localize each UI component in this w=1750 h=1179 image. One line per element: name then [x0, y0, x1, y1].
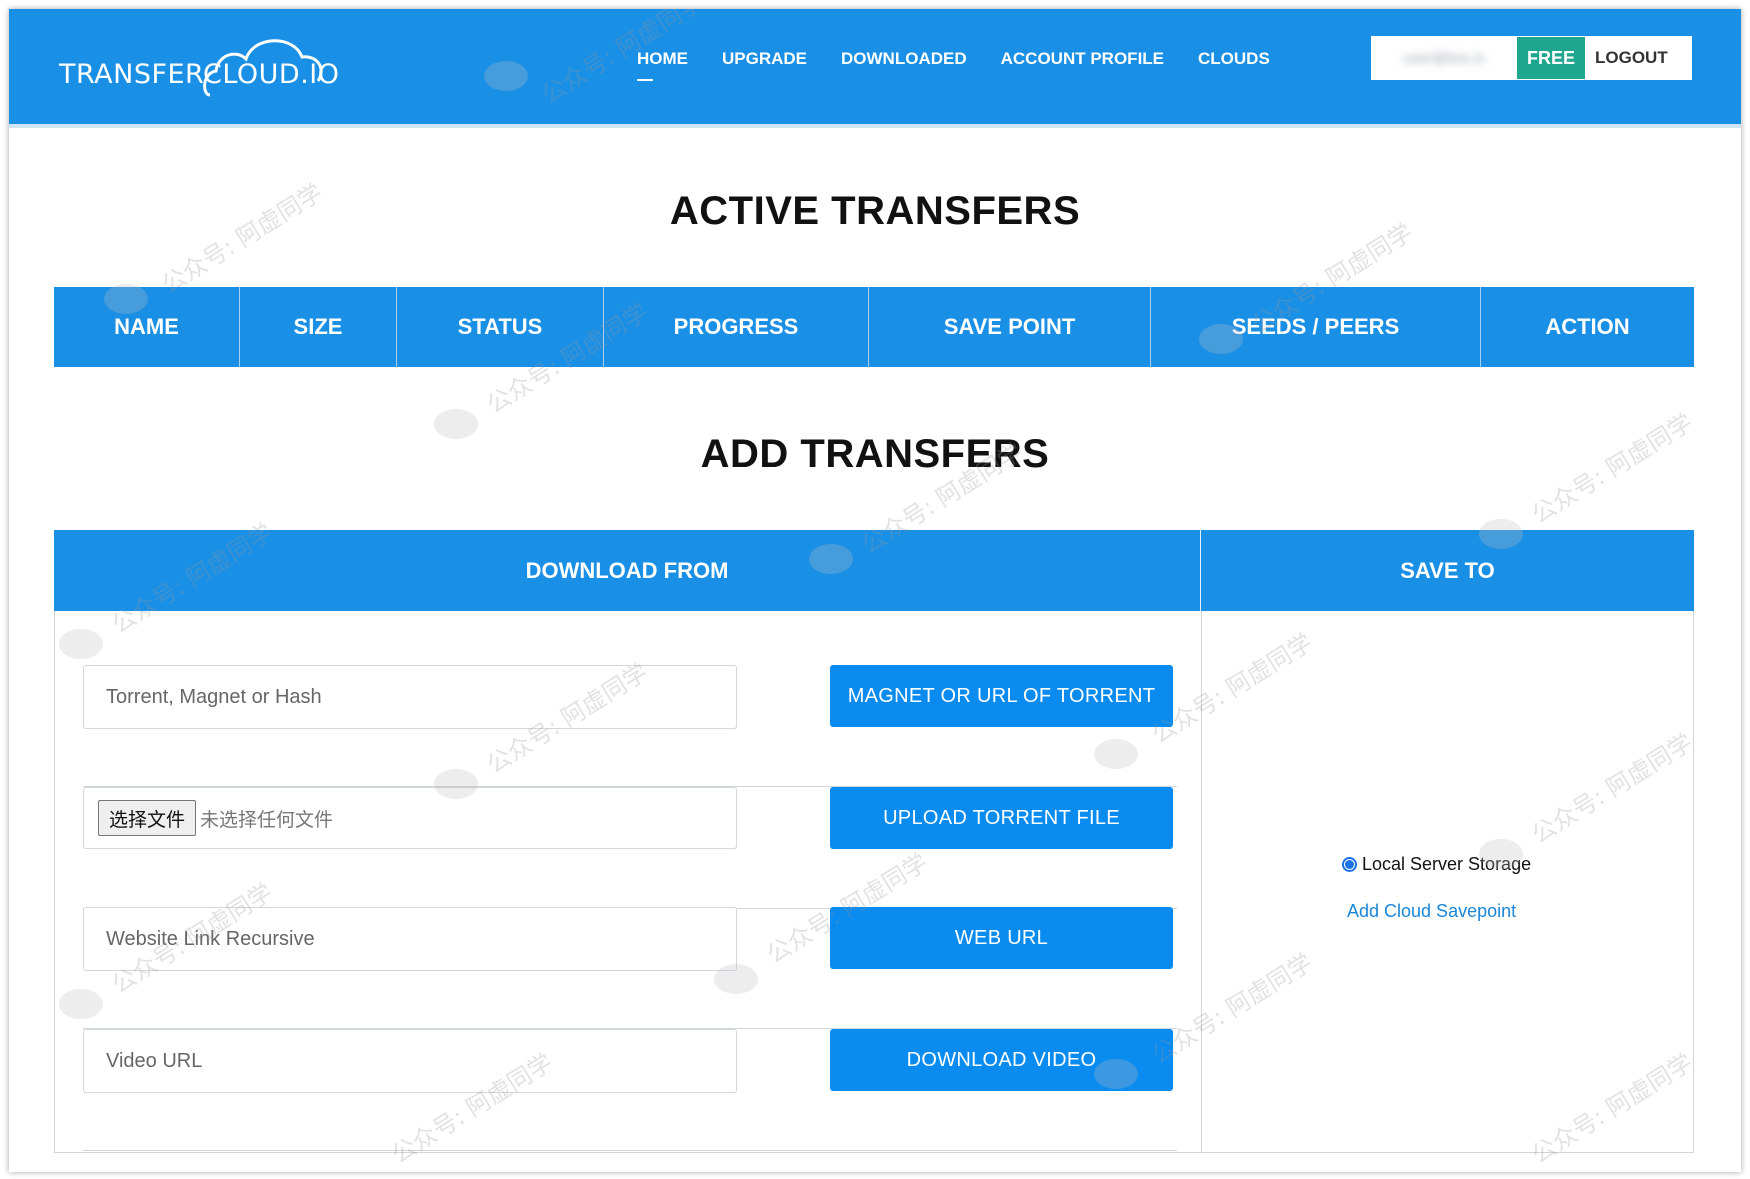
- panel-divider: [1201, 611, 1202, 1153]
- col-status: STATUS: [397, 287, 604, 367]
- nav-home[interactable]: HOME: [637, 49, 688, 89]
- row-divider: [83, 1150, 1177, 1151]
- radio-selected-dot: [1345, 860, 1354, 869]
- local-storage-option[interactable]: Local Server Storage: [1342, 854, 1531, 875]
- torrent-input[interactable]: [83, 665, 737, 729]
- website-row: WEB URL: [83, 907, 1177, 1029]
- logo[interactable]: TRANSFERCLOUD.IO: [59, 29, 349, 104]
- add-transfers-panel: DOWNLOAD FROM SAVE TO MAGNET OR URL OF T…: [54, 530, 1694, 1153]
- download-from-header: DOWNLOAD FROM: [54, 530, 1201, 611]
- user-email: user@live.in: [1402, 49, 1486, 67]
- logo-text: TRANSFERCLOUD.IO: [59, 59, 340, 90]
- torrent-row: MAGNET OR URL OF TORRENT: [83, 665, 1177, 787]
- user-box: user@live.in FREE LOGOUT: [1371, 36, 1692, 80]
- video-row: DOWNLOAD VIDEO: [83, 1029, 1177, 1151]
- local-storage-label: Local Server Storage: [1362, 854, 1532, 874]
- active-transfers-table-header: NAME SIZE STATUS PROGRESS SAVE POINT SEE…: [54, 287, 1694, 367]
- nav-downloaded[interactable]: DOWNLOADED: [841, 49, 967, 89]
- file-input: 选择文件 未选择任何文件: [83, 787, 737, 849]
- nav-clouds[interactable]: CLOUDS: [1198, 49, 1270, 89]
- main-nav: HOME UPGRADE DOWNLOADED ACCOUNT PROFILE …: [637, 49, 1270, 89]
- active-transfers-title: ACTIVE TRANSFERS: [669, 189, 1081, 233]
- upload-row: 选择文件 未选择任何文件 UPLOAD TORRENT FILE: [83, 787, 1177, 909]
- col-size: SIZE: [240, 287, 397, 367]
- local-storage-radio[interactable]: [1342, 857, 1357, 872]
- web-url-button[interactable]: WEB URL: [830, 907, 1173, 969]
- logout-link[interactable]: LOGOUT: [1585, 48, 1692, 68]
- website-link-input[interactable]: [83, 907, 737, 971]
- col-seeds-peers: SEEDS / PEERS: [1151, 287, 1481, 367]
- app-frame: TRANSFERCLOUD.IO HOME UPGRADE DOWNLOADED…: [9, 9, 1741, 1172]
- add-transfers-header: DOWNLOAD FROM SAVE TO: [54, 530, 1694, 611]
- magnet-url-button[interactable]: MAGNET OR URL OF TORRENT: [830, 665, 1173, 727]
- nav-account-profile[interactable]: ACCOUNT PROFILE: [1001, 49, 1164, 89]
- save-to-header: SAVE TO: [1201, 530, 1694, 611]
- col-progress: PROGRESS: [604, 287, 869, 367]
- file-status-text: 未选择任何文件: [200, 808, 334, 831]
- nav-upgrade[interactable]: UPGRADE: [722, 49, 807, 89]
- plan-badge: FREE: [1517, 37, 1585, 79]
- add-transfers-title: ADD TRANSFERS: [700, 432, 1050, 476]
- top-navbar: TRANSFERCLOUD.IO HOME UPGRADE DOWNLOADED…: [9, 9, 1741, 128]
- upload-torrent-button[interactable]: UPLOAD TORRENT FILE: [830, 787, 1173, 849]
- video-url-input[interactable]: [83, 1029, 737, 1093]
- download-video-button[interactable]: DOWNLOAD VIDEO: [830, 1029, 1173, 1091]
- col-name: NAME: [54, 287, 240, 367]
- choose-file-button[interactable]: 选择文件: [98, 800, 197, 836]
- add-cloud-savepoint-link[interactable]: Add Cloud Savepoint: [1347, 901, 1516, 922]
- col-save-point: SAVE POINT: [869, 287, 1151, 367]
- col-action: ACTION: [1545, 314, 1630, 339]
